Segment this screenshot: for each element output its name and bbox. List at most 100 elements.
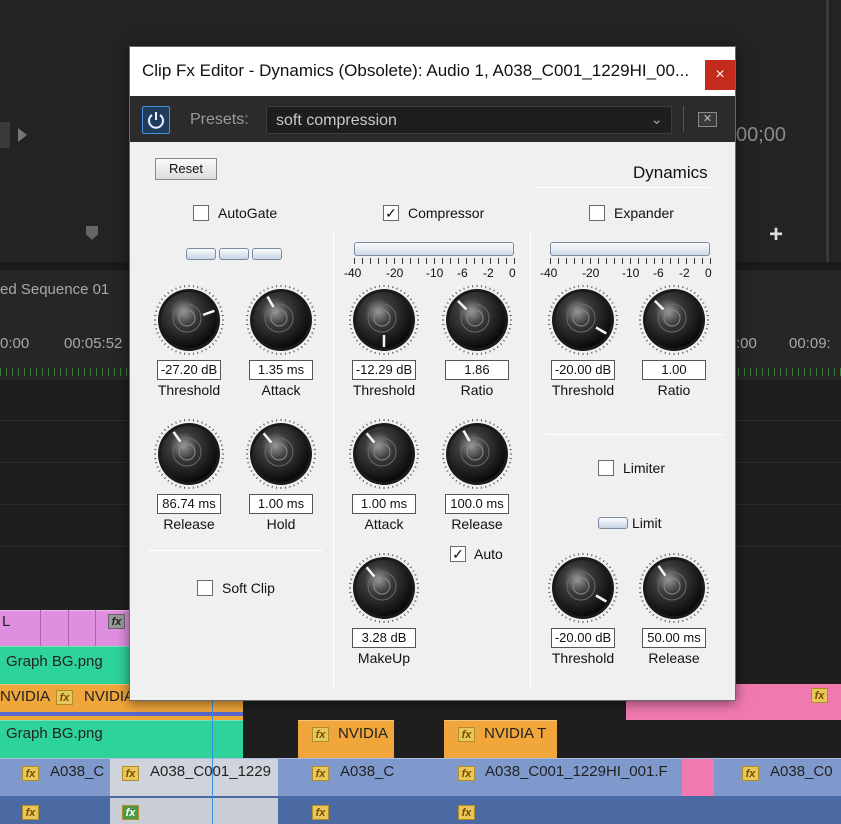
expander-checkbox[interactable]	[589, 205, 605, 221]
autogate-attack-knob[interactable]	[245, 284, 317, 356]
knob-part	[554, 298, 558, 301]
compressor-attack-knob[interactable]	[348, 418, 420, 490]
knob-part	[248, 332, 251, 334]
compressor-release-knob[interactable]	[441, 418, 513, 490]
soft-clip-checkbox[interactable]	[197, 580, 213, 596]
knob-part	[362, 345, 365, 349]
knob-part	[312, 310, 315, 312]
add-icon[interactable]: +	[769, 221, 783, 249]
autogate-threshold-knob[interactable]	[153, 284, 225, 356]
autogate-release-knob[interactable]	[153, 418, 225, 490]
clip-label: A038_C	[340, 763, 395, 780]
compressor-release-value[interactable]: 100.0 ms	[445, 494, 509, 514]
knob-part	[271, 286, 273, 289]
knob-part	[557, 294, 561, 298]
limiter-checkbox[interactable]	[598, 460, 614, 476]
knob-part	[641, 306, 644, 308]
knob-part	[455, 345, 458, 349]
knob-part	[608, 339, 612, 342]
fx-badge: fx	[312, 727, 329, 742]
knob-part	[502, 473, 506, 476]
fx-badge: fx	[312, 805, 329, 820]
knob-part	[459, 348, 461, 351]
autogate-threshold-value[interactable]: -27.20 dB	[157, 360, 221, 380]
knob-part	[414, 466, 417, 468]
compressor-attack-value[interactable]: 1.00 ms	[352, 494, 416, 514]
knob-part	[463, 287, 465, 290]
autogate-hold-value[interactable]: 1.00 ms	[249, 494, 313, 514]
knob-part	[645, 339, 649, 342]
meter-ticks	[354, 258, 516, 264]
clip-pink[interactable]: L fx	[0, 610, 130, 646]
knob-part	[259, 425, 262, 429]
clear-preset-icon[interactable]: ✕	[698, 112, 717, 127]
knob-part	[220, 328, 223, 330]
preset-dropdown[interactable]: soft compression ⌄	[266, 106, 672, 134]
expander-ratio-knob[interactable]	[638, 284, 710, 356]
title-bar[interactable]: Clip Fx Editor - Dynamics (Obsolete): Au…	[130, 47, 735, 96]
fx-badge: fx	[458, 766, 475, 781]
knob-part	[561, 559, 564, 563]
compressor-ratio-knob[interactable]	[441, 284, 513, 356]
autogate-attack-value[interactable]: 1.35 ms	[249, 360, 313, 380]
compressor-label: Compressor	[408, 205, 485, 221]
makeup-label: MakeUp	[357, 650, 411, 666]
compressor-ratio-value[interactable]: 1.86	[445, 360, 509, 380]
expander-threshold-value[interactable]: -20.00 dB	[551, 360, 615, 380]
makeup-knob[interactable]	[348, 552, 420, 624]
knob-part	[406, 476, 410, 480]
knob-part	[306, 432, 310, 435]
knob-part	[643, 336, 646, 338]
knob-part	[549, 310, 552, 312]
knob-part	[640, 578, 643, 580]
knob-part	[507, 440, 510, 442]
knob-part	[449, 292, 505, 348]
knob-part	[297, 423, 299, 426]
expander-threshold-knob[interactable]	[547, 284, 619, 356]
expander-ratio-label: Ratio	[657, 382, 691, 398]
clip-pink-small[interactable]	[682, 759, 714, 797]
knob-part	[455, 425, 458, 429]
compressor-threshold-value[interactable]: -12.29 dB	[352, 360, 416, 380]
power-toggle-button[interactable]	[142, 106, 170, 134]
clip-nvidia[interactable]: fx NVIDIA T	[444, 720, 557, 758]
compressor-threshold-knob[interactable]	[348, 284, 420, 356]
knob-part	[400, 557, 402, 560]
scale-label: -10	[622, 266, 640, 280]
play-icon[interactable]	[18, 128, 27, 142]
compressor-checkbox[interactable]: ✓	[383, 205, 399, 221]
knob-part	[565, 557, 567, 560]
knob-part	[396, 484, 398, 487]
limiter-threshold-value[interactable]: -20.00 dB	[551, 628, 615, 648]
clip-nvidia[interactable]: fx NVIDIA	[298, 720, 394, 758]
knob-part	[248, 466, 251, 468]
knob-part	[370, 350, 372, 353]
sequence-tab[interactable]: ed Sequence 01	[0, 281, 109, 298]
autogate-hold-knob[interactable]	[245, 418, 317, 490]
knob-part	[350, 444, 353, 446]
limiter-release-knob[interactable]	[638, 552, 710, 624]
knob-part	[374, 554, 376, 557]
expander-ratio-value[interactable]: 1.00	[642, 360, 706, 380]
auto-checkbox[interactable]: ✓	[450, 546, 466, 562]
knob-part	[392, 619, 394, 622]
limiter-threshold-knob[interactable]	[547, 552, 619, 624]
knob-part	[403, 613, 406, 617]
makeup-value[interactable]: 3.28 dB	[352, 628, 416, 648]
limiter-release-value[interactable]: 50.00 ms	[642, 628, 706, 648]
knob-part	[303, 342, 307, 346]
reset-button[interactable]: Reset	[155, 158, 217, 180]
knob-part	[485, 351, 487, 354]
autogate-release-value[interactable]: 86.74 ms	[157, 494, 221, 514]
audio-clip-row[interactable]: fx A038_C fx A038_C001_1229 fx A038_C fx…	[0, 758, 841, 797]
autogate-checkbox[interactable]	[193, 205, 209, 221]
clip-graph-bg[interactable]: Graph BG.png	[0, 646, 130, 684]
knob-part	[641, 600, 644, 602]
knob-part	[219, 440, 222, 442]
knob-part	[160, 432, 164, 435]
close-button[interactable]: ×	[705, 60, 735, 90]
knob-part	[499, 428, 503, 432]
knob-part	[406, 428, 410, 432]
clip-graph-bg[interactable]: Graph BG.png	[0, 720, 243, 758]
knob-part	[557, 610, 561, 614]
